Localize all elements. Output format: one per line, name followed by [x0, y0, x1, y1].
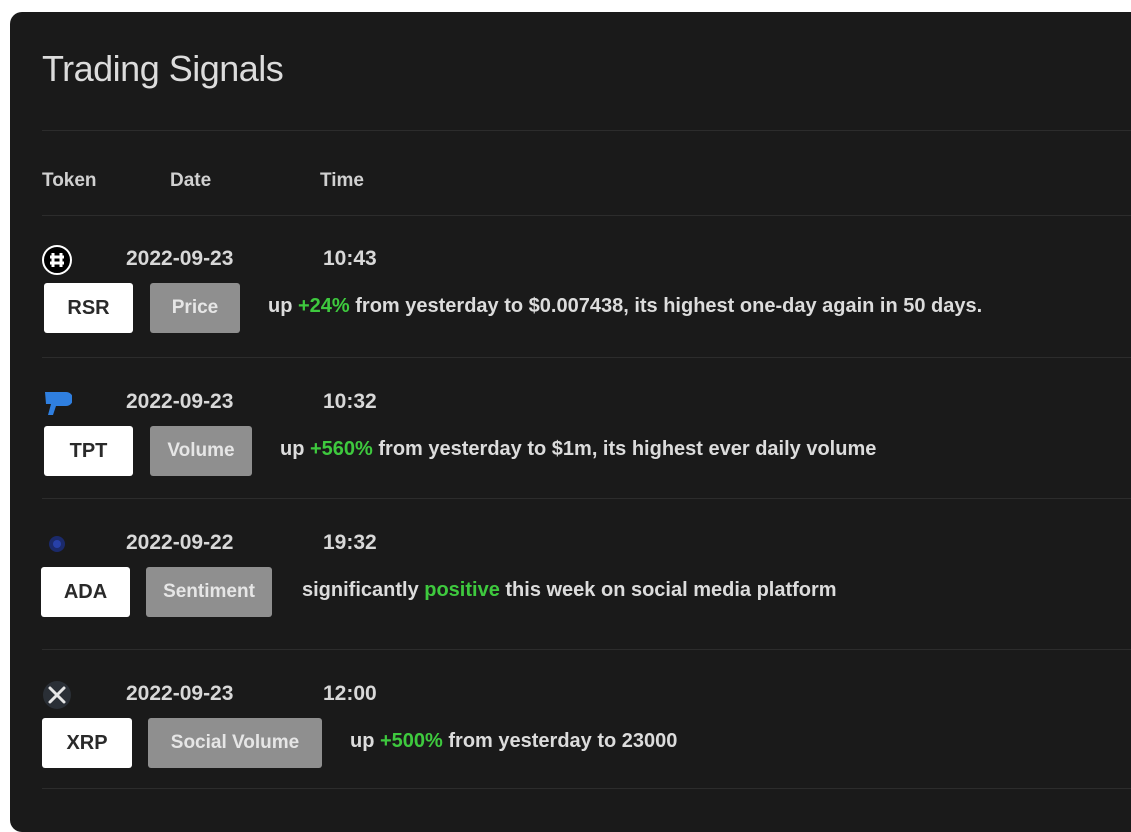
description-text: up	[268, 295, 298, 317]
signal-date: 2022-09-23	[126, 247, 234, 270]
description-text: from yesterday to $1m, its highest ever …	[372, 438, 877, 460]
description-text: this week on social media platform	[499, 579, 837, 601]
signal-row[interactable]: 2022-09-23 10:32 TPT Volume up +560% fro…	[10, 388, 1131, 528]
signal-date: 2022-09-23	[126, 682, 234, 705]
row-divider	[42, 788, 1131, 789]
description-text: significantly	[302, 579, 425, 601]
token-badge[interactable]: ADA	[41, 567, 130, 617]
row-divider	[42, 498, 1131, 499]
signal-time: 10:32	[323, 390, 377, 413]
tpt-icon	[42, 388, 72, 418]
signal-description: up +560% from yesterday to $1m, its high…	[280, 438, 876, 461]
change-highlight: +560%	[310, 438, 373, 460]
change-highlight: +500%	[380, 730, 443, 752]
description-text: up	[350, 730, 380, 752]
signal-description: up +500% from yesterday to 23000	[350, 730, 677, 753]
xrp-icon	[42, 680, 72, 710]
description-text: from yesterday to 23000	[442, 730, 678, 752]
column-header-divider	[42, 215, 1131, 216]
signal-row[interactable]: 2022-09-23 12:00 XRP Social Volume up +5…	[10, 680, 1131, 820]
signal-type-badge[interactable]: Price	[150, 283, 240, 333]
signal-row[interactable]: 2022-09-22 19:32 ADA Sentiment significa…	[10, 529, 1131, 669]
signal-type-badge[interactable]: Sentiment	[146, 567, 272, 617]
header-divider	[42, 130, 1131, 131]
column-header-date[interactable]: Date	[170, 170, 211, 192]
signal-time: 19:32	[323, 531, 377, 554]
column-header-token[interactable]: Token	[42, 170, 97, 192]
signal-date: 2022-09-23	[126, 390, 234, 413]
token-badge[interactable]: RSR	[44, 283, 133, 333]
signal-row[interactable]: 2022-09-23 10:43 RSR Price up +24% from …	[10, 245, 1131, 385]
signal-description: significantly positive this week on soci…	[302, 579, 837, 602]
panel-title: Trading Signals	[42, 48, 284, 89]
token-badge[interactable]: TPT	[44, 426, 133, 476]
row-divider	[42, 649, 1131, 650]
reserve-rights-icon	[42, 245, 72, 275]
signal-type-badge[interactable]: Volume	[150, 426, 252, 476]
signal-type-badge[interactable]: Social Volume	[148, 718, 322, 768]
signal-description: up +24% from yesterday to $0.007438, its…	[268, 295, 982, 318]
token-badge[interactable]: XRP	[42, 718, 132, 768]
change-highlight: positive	[424, 579, 500, 601]
description-text: from yesterday to $0.007438, its highest…	[349, 295, 983, 317]
change-highlight: +24%	[298, 295, 350, 317]
signal-date: 2022-09-22	[126, 531, 234, 554]
trading-signals-panel: Trading Signals Token Date Time 2022-09-…	[10, 12, 1131, 832]
signal-time: 12:00	[323, 682, 377, 705]
column-header-time[interactable]: Time	[320, 170, 364, 192]
row-divider	[42, 357, 1131, 358]
signal-time: 10:43	[323, 247, 377, 270]
cardano-icon	[42, 529, 72, 559]
description-text: up	[280, 438, 310, 460]
